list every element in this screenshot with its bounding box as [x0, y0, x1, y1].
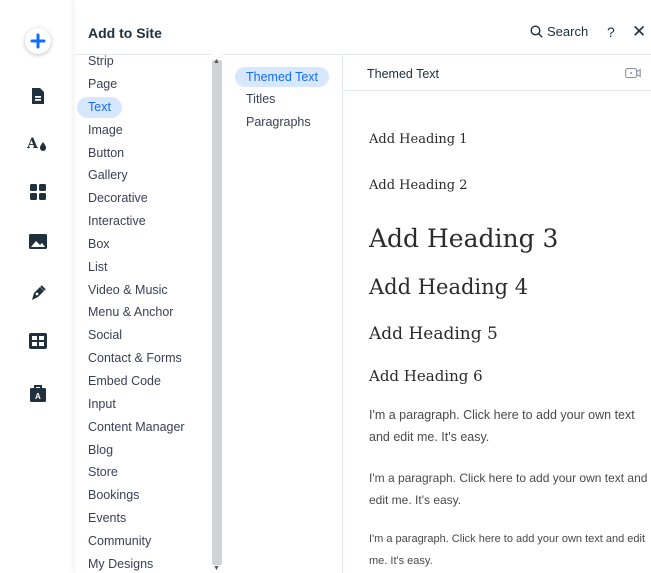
category-item-blog[interactable]: Blog [77, 440, 124, 461]
app-market-button[interactable] [0, 176, 75, 208]
add-elements-button[interactable] [0, 25, 75, 57]
heading-2-preset[interactable]: Add Heading 2 [369, 178, 468, 193]
svg-text:A: A [27, 136, 39, 152]
scroll-down-arrow-icon[interactable]: ▼ [213, 565, 220, 572]
pen-nib-icon [31, 285, 46, 300]
apps-grid-icon [29, 184, 46, 200]
category-item-content-manager[interactable]: Content Manager [77, 417, 196, 438]
section-header: Themed Text [343, 54, 651, 91]
scroll-up-arrow-icon[interactable]: ▲ [213, 58, 220, 65]
briefcase-icon: A [29, 385, 46, 402]
subcategory-paragraphs[interactable]: Paragraphs [235, 112, 322, 132]
category-item-bookings[interactable]: Bookings [77, 485, 150, 506]
category-item-video-music[interactable]: Video & Music [77, 280, 179, 301]
category-item-interactive[interactable]: Interactive [77, 211, 157, 232]
paragraph-3-preset[interactable]: I'm a paragraph. Click here to add your … [369, 528, 651, 572]
category-item-my-designs[interactable]: My Designs [77, 554, 164, 573]
portfolio-button[interactable]: A [0, 377, 75, 409]
plus-icon [24, 28, 51, 54]
paragraph-1-preset[interactable]: I'm a paragraph. Click here to add your … [369, 404, 649, 448]
help-button[interactable]: ? [607, 24, 615, 40]
category-item-page[interactable]: Page [77, 74, 128, 95]
left-toolbar: A A [0, 0, 75, 573]
category-item-input[interactable]: Input [77, 394, 127, 415]
panel-title: Add to Site [88, 25, 162, 41]
section-title: Themed Text [367, 67, 440, 81]
category-item-community[interactable]: Community [77, 531, 162, 552]
category-item-box[interactable]: Box [77, 234, 121, 255]
heading-1-preset[interactable]: Add Heading 1 [369, 132, 468, 147]
category-scrollbar-thumb[interactable] [212, 60, 222, 565]
blog-button[interactable] [0, 277, 75, 309]
table-icon [28, 333, 47, 349]
heading-4-preset[interactable]: Add Heading 4 [369, 275, 528, 299]
search-button[interactable]: Search [530, 24, 588, 39]
add-to-site-panel: Add to Site Search ? ✕ Strip Page Text I… [75, 0, 651, 573]
site-design-button[interactable]: A [0, 128, 75, 160]
subcategory-titles[interactable]: Titles [235, 89, 286, 109]
svg-text:A: A [35, 392, 41, 401]
pages-button[interactable] [0, 80, 75, 112]
category-item-store[interactable]: Store [77, 462, 129, 483]
category-item-text[interactable]: Text [77, 97, 122, 118]
category-item-menu-anchor[interactable]: Menu & Anchor [77, 302, 184, 323]
category-item-strip[interactable]: Strip [77, 54, 125, 72]
category-item-list[interactable]: List [77, 257, 118, 278]
category-list: Strip Page Text Image Button Gallery Dec… [75, 54, 223, 573]
category-item-image[interactable]: Image [77, 120, 134, 141]
heading-5-preset[interactable]: Add Heading 5 [369, 324, 498, 344]
close-button[interactable]: ✕ [632, 22, 646, 42]
themed-text-section: Themed Text Add Heading 1 Add Heading 2 … [343, 54, 651, 573]
category-item-button[interactable]: Button [77, 143, 135, 164]
heading-6-preset[interactable]: Add Heading 6 [369, 367, 483, 385]
page-icon [31, 88, 44, 104]
category-item-events[interactable]: Events [77, 508, 137, 529]
search-label: Search [547, 24, 589, 39]
cms-button[interactable] [0, 325, 75, 357]
category-item-social[interactable]: Social [77, 325, 133, 346]
heading-3-preset[interactable]: Add Heading 3 [369, 224, 558, 253]
search-icon [530, 25, 543, 38]
category-item-decorative[interactable]: Decorative [77, 188, 159, 209]
video-tutorial-icon[interactable] [625, 66, 641, 84]
image-icon [28, 233, 47, 249]
theme-icon: A [27, 136, 46, 152]
panel-header: Add to Site Search ? ✕ [75, 14, 651, 55]
category-item-gallery[interactable]: Gallery [77, 165, 139, 186]
category-item-contact-forms[interactable]: Contact & Forms [77, 348, 193, 369]
category-item-embed-code[interactable]: Embed Code [77, 371, 172, 392]
paragraph-2-preset[interactable]: I'm a paragraph. Click here to add your … [369, 467, 651, 511]
subcategory-themed-text[interactable]: Themed Text [235, 67, 330, 87]
media-button[interactable] [0, 225, 75, 257]
